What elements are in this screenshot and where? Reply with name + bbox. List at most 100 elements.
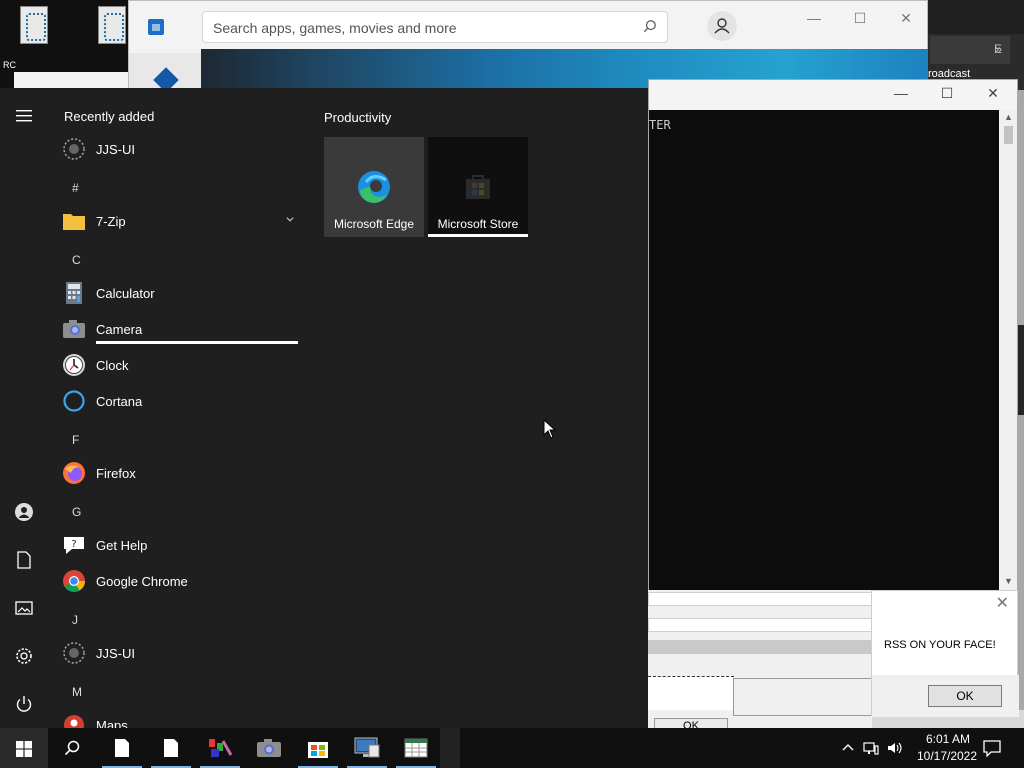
tile-microsoft-store[interactable]: Microsoft Store: [428, 137, 528, 237]
tile-label: Microsoft Store: [437, 217, 519, 231]
taskbar-app-camera[interactable]: [245, 728, 293, 768]
close-button[interactable]: ✕: [894, 7, 918, 29]
app-item-calculator[interactable]: Calculator: [62, 276, 300, 310]
group-letter[interactable]: G: [72, 505, 81, 519]
svg-text:?: ?: [71, 539, 76, 550]
power-icon[interactable]: [12, 692, 36, 716]
chevron-up-icon[interactable]: [840, 740, 856, 756]
taskbar-app-file[interactable]: [147, 728, 195, 768]
vertical-scrollbar[interactable]: ▲ ▼: [1000, 110, 1017, 590]
clock-icon: [62, 353, 86, 377]
chevron-right-icon[interactable]: »: [995, 42, 1002, 56]
app-item-firefox[interactable]: Firefox: [62, 456, 300, 490]
minimize-button[interactable]: —: [889, 82, 913, 104]
app-list[interactable]: Recently added JJS-UI # 7-Zip C Calculat…: [48, 88, 306, 728]
rss-message-dialog: ✕ RSS ON YOUR FACE! OK: [871, 590, 1019, 717]
taskbar-app-file[interactable]: [98, 728, 146, 768]
jjs-ui-icon: [62, 137, 86, 161]
group-letter[interactable]: M: [72, 685, 82, 699]
app-item-label: Cortana: [96, 393, 143, 409]
ok-button[interactable]: OK: [928, 685, 1002, 707]
account-avatar-icon[interactable]: [707, 11, 737, 41]
app-item-label: Clock: [96, 357, 129, 373]
app-item-get-help[interactable]: ? Get Help: [62, 528, 300, 562]
hamburger-menu-icon[interactable]: [12, 104, 36, 128]
group-letter[interactable]: #: [72, 181, 79, 195]
desktop-shortcut-icon[interactable]: [98, 6, 126, 44]
monitor-app-icon: [354, 737, 380, 758]
mouse-cursor-icon: [543, 419, 557, 439]
maximize-button[interactable]: ☐: [848, 7, 872, 29]
search-icon: [64, 740, 80, 756]
browser-tab[interactable]: E»: [930, 36, 1010, 64]
dialog-footer: OK: [872, 675, 1019, 717]
app-item-maps[interactable]: Maps: [62, 708, 300, 728]
store-search-box[interactable]: Search apps, games, movies and more: [202, 11, 668, 43]
tile-label: Microsoft Edge: [333, 217, 415, 231]
taskbar-app-store[interactable]: [294, 728, 342, 768]
app-item-jjs-ui[interactable]: JJS-UI: [62, 636, 300, 670]
start-menu: Recently added JJS-UI # 7-Zip C Calculat…: [0, 88, 648, 728]
dialog-text-box[interactable]: [648, 676, 734, 710]
clock-time[interactable]: 6:01 AM: [916, 732, 980, 746]
tile-microsoft-edge[interactable]: Microsoft Edge: [324, 137, 424, 237]
close-icon[interactable]: ✕: [996, 593, 1009, 613]
file-icon: [164, 739, 178, 757]
user-account-icon[interactable]: [12, 500, 36, 524]
dialog-progress-bar: [648, 640, 872, 654]
taskbar: 6:01 AM 10/17/2022: [0, 728, 1024, 768]
group-letter[interactable]: F: [72, 433, 79, 447]
store-search-input[interactable]: Search apps, games, movies and more: [213, 20, 457, 36]
edge-icon: [358, 171, 390, 203]
maximize-button[interactable]: ☐: [935, 82, 959, 104]
maps-icon: [62, 713, 86, 728]
app-item-label: JJS-UI: [96, 141, 135, 157]
terminal-output[interactable]: TER: [649, 110, 999, 590]
app-item-clock[interactable]: Clock: [62, 348, 300, 382]
camera-icon: [62, 317, 86, 341]
group-letter[interactable]: C: [72, 253, 81, 267]
tiles-group-heading[interactable]: Productivity: [324, 110, 391, 125]
dialog-field[interactable]: [648, 592, 892, 606]
app-item-google-chrome[interactable]: Google Chrome: [62, 564, 300, 598]
app-item-7-zip[interactable]: 7-Zip: [62, 204, 300, 238]
windows-logo-icon: [16, 741, 32, 757]
close-button[interactable]: ✕: [981, 82, 1005, 104]
taskbar-separator: [440, 728, 460, 768]
system-tray: 6:01 AM 10/17/2022: [836, 728, 1024, 768]
background-window-edge-dark: [1018, 325, 1024, 415]
pictures-icon[interactable]: [12, 596, 36, 620]
scroll-up-icon[interactable]: ▲: [1000, 110, 1017, 124]
desktop-shortcut-icon[interactable]: [20, 6, 48, 44]
folder-icon: [62, 209, 86, 233]
terminal-text: TER: [649, 118, 671, 132]
settings-gear-icon[interactable]: [12, 644, 36, 668]
volume-icon[interactable]: [886, 740, 902, 756]
search-icon[interactable]: [643, 19, 657, 33]
network-icon[interactable]: [863, 740, 879, 756]
minimize-button[interactable]: —: [802, 7, 826, 29]
taskbar-app-paint[interactable]: [196, 728, 244, 768]
group-letter[interactable]: J: [72, 613, 78, 627]
app-item-label: Maps: [96, 717, 128, 729]
dialog-message: RSS ON YOUR FACE!: [884, 639, 996, 651]
app-item-cortana[interactable]: Cortana: [62, 384, 300, 418]
focus-underline: [428, 234, 528, 237]
scrollbar-thumb[interactable]: [1004, 126, 1013, 144]
scroll-down-icon[interactable]: ▼: [1000, 574, 1017, 588]
taskbar-search-button[interactable]: [48, 728, 96, 768]
documents-icon[interactable]: [12, 548, 36, 572]
recently-added-heading: Recently added: [64, 109, 155, 124]
chevron-down-icon[interactable]: [286, 216, 294, 224]
start-button[interactable]: [0, 728, 48, 768]
clock-date[interactable]: 10/17/2022: [908, 749, 986, 763]
tiles-area: Productivity Microsoft Edge Microsoft St…: [306, 88, 648, 728]
dialog-field[interactable]: [648, 618, 892, 632]
app-item-label: Camera: [96, 321, 143, 337]
action-center-icon[interactable]: [983, 739, 1001, 757]
camera-icon: [257, 739, 281, 757]
taskbar-app-spreadsheet[interactable]: [392, 728, 440, 768]
taskbar-app-monitor[interactable]: [343, 728, 391, 768]
app-item-label: Calculator: [96, 285, 155, 301]
app-item-jjs-ui-recent[interactable]: JJS-UI: [62, 132, 300, 166]
